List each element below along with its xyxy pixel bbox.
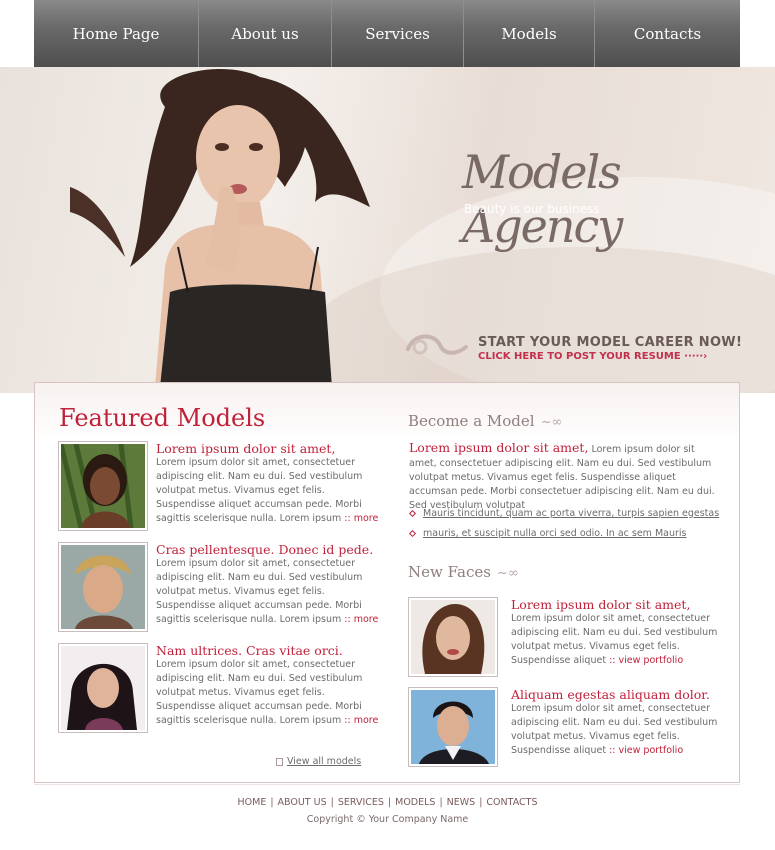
copyright: Copyright © Your Company Name: [306, 814, 469, 825]
brand-title: Models Agency: [462, 145, 623, 253]
nav-item-home[interactable]: Home Page: [34, 0, 199, 67]
become-model-heading: Lorem ipsum dolor sit amet,: [409, 440, 589, 455]
nav-item-services[interactable]: Services: [332, 0, 464, 67]
separator: |: [479, 797, 483, 808]
featured-model-card: Nam ultrices. Cras vitae orci. Lorem ips…: [58, 643, 378, 735]
footer-navigation: HOME | ABOUT US | SERVICES | MODELS | NEWS | CONTA…: [0, 797, 775, 808]
view-portfolio-link[interactable]: :: view portfolio: [609, 655, 683, 666]
featured-model-card: Cras pellentesque. Donec id pede. Lorem …: [58, 542, 378, 634]
brand-tagline: Beauty is our business: [464, 202, 600, 216]
model-thumbnail[interactable]: [58, 542, 148, 632]
become-link-label: mauris, et suscipit nulla orci sed odio.…: [423, 528, 687, 539]
model-card-text: Lorem ipsum dolor sit amet, consectetuer…: [156, 558, 363, 625]
footer-link-services[interactable]: SERVICES: [338, 797, 384, 808]
view-all-label: View all models: [287, 756, 362, 767]
swirl-ornament-icon: ~∞: [540, 415, 563, 430]
model-card-text: Lorem ipsum dolor sit amet, consectetuer…: [156, 659, 363, 726]
separator: |: [439, 797, 443, 808]
top-navigation: Home Page About us Services Models Conta…: [34, 0, 740, 67]
post-resume-link[interactable]: CLICK HERE TO POST YOUR RESUME ·····›: [478, 351, 707, 362]
swirl-ornament-icon: ~∞: [496, 566, 519, 581]
model-card-heading: Nam ultrices. Cras vitae orci.: [156, 643, 343, 658]
featured-model-card: Lorem ipsum dolor sit amet, Lorem ipsum …: [58, 441, 378, 533]
footer-link-news[interactable]: NEWS: [447, 797, 476, 808]
separator: |: [270, 797, 274, 808]
footer-link-models[interactable]: MODELS: [395, 797, 435, 808]
footer-link-home[interactable]: HOME: [238, 797, 267, 808]
model-card-heading: Cras pellentesque. Donec id pede.: [156, 542, 374, 557]
cta-title: START YOUR MODEL CAREER NOW!: [478, 335, 743, 350]
more-link[interactable]: :: more: [344, 715, 378, 726]
footer-link-contacts[interactable]: CONTACTS: [486, 797, 537, 808]
model-thumbnail[interactable]: [58, 441, 148, 531]
more-link[interactable]: :: more: [344, 614, 378, 625]
become-model-link[interactable]: mauris, et suscipit nulla orci sed odio.…: [408, 528, 687, 539]
featured-models-title: Featured Models: [59, 404, 266, 432]
model-card-text: Lorem ipsum dolor sit amet, consectetuer…: [156, 457, 363, 524]
bullet-icon: [408, 529, 417, 538]
nav-item-contacts[interactable]: Contacts: [595, 0, 740, 67]
view-portfolio-link[interactable]: :: view portfolio: [609, 745, 683, 756]
footer-link-about[interactable]: ABOUT US: [278, 797, 327, 808]
hero-model-image: [70, 68, 370, 387]
face-card-heading: Aliquam egestas aliquam dolor.: [511, 687, 710, 702]
separator: |: [387, 797, 392, 808]
become-model-link[interactable]: Mauris tincidunt, quam ac porta viverra,…: [408, 508, 720, 519]
nav-item-models[interactable]: Models: [464, 0, 595, 67]
footer-divider: [34, 782, 740, 785]
model-card-heading: Lorem ipsum dolor sit amet,: [156, 441, 336, 456]
new-faces-title-text: New Faces: [408, 563, 491, 581]
document-icon: [276, 757, 283, 766]
separator: |: [330, 797, 334, 808]
become-model-title: Become a Model ~∞: [408, 412, 562, 430]
swirl-ornament-icon: [406, 334, 468, 355]
face-thumbnail[interactable]: [408, 597, 498, 677]
cta-link-label: CLICK HERE TO POST YOUR RESUME: [478, 351, 681, 362]
nav-item-about[interactable]: About us: [199, 0, 332, 67]
view-all-models-link[interactable]: View all models: [276, 756, 361, 767]
become-model-text: Lorem ipsum dolor sit amet, Lorem ipsum …: [409, 441, 719, 513]
new-face-card: Aliquam egestas aliquam dolor. Lorem ips…: [408, 687, 728, 767]
face-thumbnail[interactable]: [408, 687, 498, 767]
new-faces-title: New Faces ~∞: [408, 563, 519, 581]
more-link[interactable]: :: more: [344, 513, 378, 524]
hero-banner: Models Agency Beauty is our business STA…: [0, 67, 775, 393]
new-face-card: Lorem ipsum dolor sit amet, Lorem ipsum …: [408, 597, 728, 677]
face-card-heading: Lorem ipsum dolor sit amet,: [511, 597, 691, 612]
bullet-icon: [408, 509, 417, 518]
become-model-title-text: Become a Model: [408, 412, 535, 430]
model-thumbnail[interactable]: [58, 643, 148, 733]
arrow-right-icon: ·····›: [684, 351, 708, 362]
become-link-label: Mauris tincidunt, quam ac porta viverra,…: [423, 508, 720, 519]
